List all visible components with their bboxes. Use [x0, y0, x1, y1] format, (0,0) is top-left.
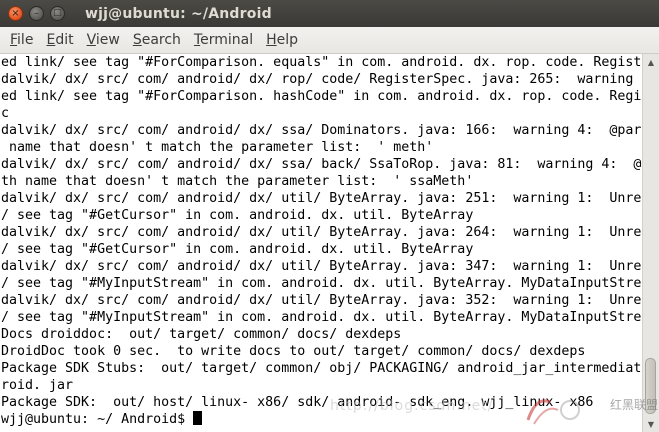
menu-help[interactable]: Help: [266, 32, 298, 48]
terminal-line: / see tag "#GetCursor" in com. android. …: [1, 208, 474, 223]
minimize-icon: –: [34, 7, 39, 19]
terminal-line: dalvik/ dx/ src/ com/ android/ dx/ ssa/ …: [1, 123, 642, 138]
terminal-line: / see tag "#MyInputStream" in com. andro…: [1, 276, 642, 291]
terminal-line: dalvik/ dx/ src/ com/ android/ dx/ util/…: [1, 191, 642, 206]
menu-terminal[interactable]: Terminal: [194, 32, 253, 48]
terminal-line: / see tag "#GetCursor" in com. android. …: [1, 242, 474, 257]
terminal-line: dalvik/ dx/ src/ com/ android/ dx/ util/…: [1, 293, 642, 308]
close-window-button[interactable]: ×: [8, 6, 23, 21]
text-cursor: [193, 411, 203, 425]
watermark-logo-text: 红黑联盟: [610, 398, 659, 412]
menu-edit[interactable]: Edit: [46, 32, 73, 48]
terminal-line: th name that doesn' t match the paramete…: [1, 174, 474, 189]
window-title: wjj@ubuntu: ~/Android: [85, 5, 272, 22]
terminal-line: Docs droiddoc: out/ target/ common/ docs…: [1, 327, 402, 342]
terminal-line: DroidDoc took 0 sec. to write docs to ou…: [1, 344, 586, 359]
terminal-line: / see tag "#MyInputStream" in com. andro…: [1, 310, 642, 325]
watermark-url: http://blog.csdn.net/: [330, 398, 494, 414]
maximize-window-button[interactable]: □: [50, 6, 65, 21]
terminal-line: ed link/ see tag "#ForComparison. hashCo…: [1, 89, 642, 104]
terminal-output[interactable]: ed link/ see tag "#ForComparison. equals…: [0, 54, 642, 432]
terminal-line: dalvik/ dx/ src/ com/ android/ dx/ rop/ …: [1, 72, 642, 87]
terminal-line: dalvik/ dx/ src/ com/ android/ dx/ util/…: [1, 225, 642, 240]
vertical-scrollbar[interactable]: ▲ ▼: [642, 54, 659, 432]
terminal-window: × – □ wjj@ubuntu: ~/Android File Edit Vi…: [0, 0, 659, 432]
maximize-icon: □: [53, 8, 62, 18]
terminal-line: Package SDK Stubs: out/ target/ common/ …: [1, 361, 642, 376]
terminal-line: ed link/ see tag "#ForComparison. equals…: [1, 55, 642, 70]
menu-search[interactable]: Search: [133, 32, 181, 48]
terminal-line: dalvik/ dx/ src/ com/ android/ dx/ ssa/ …: [1, 157, 642, 172]
menu-view[interactable]: View: [87, 32, 120, 48]
logo-mark-icon: [526, 399, 580, 425]
shell-prompt: wjj@ubuntu: ~/ Android$: [1, 412, 194, 427]
close-icon: ×: [11, 7, 20, 19]
menu-file[interactable]: File: [10, 32, 33, 48]
terminal-line: c: [1, 106, 10, 121]
terminal-line: name that doesn' t match the parameter l…: [1, 140, 434, 155]
minimize-window-button[interactable]: –: [29, 6, 44, 21]
terminal-line: dalvik/ dx/ src/ com/ android/ dx/ util/…: [1, 259, 642, 274]
menu-bar: File Edit View Search Terminal Help: [0, 27, 659, 54]
title-bar[interactable]: × – □ wjj@ubuntu: ~/Android: [0, 0, 659, 27]
scroll-up-arrow-icon[interactable]: ▲: [643, 54, 659, 70]
